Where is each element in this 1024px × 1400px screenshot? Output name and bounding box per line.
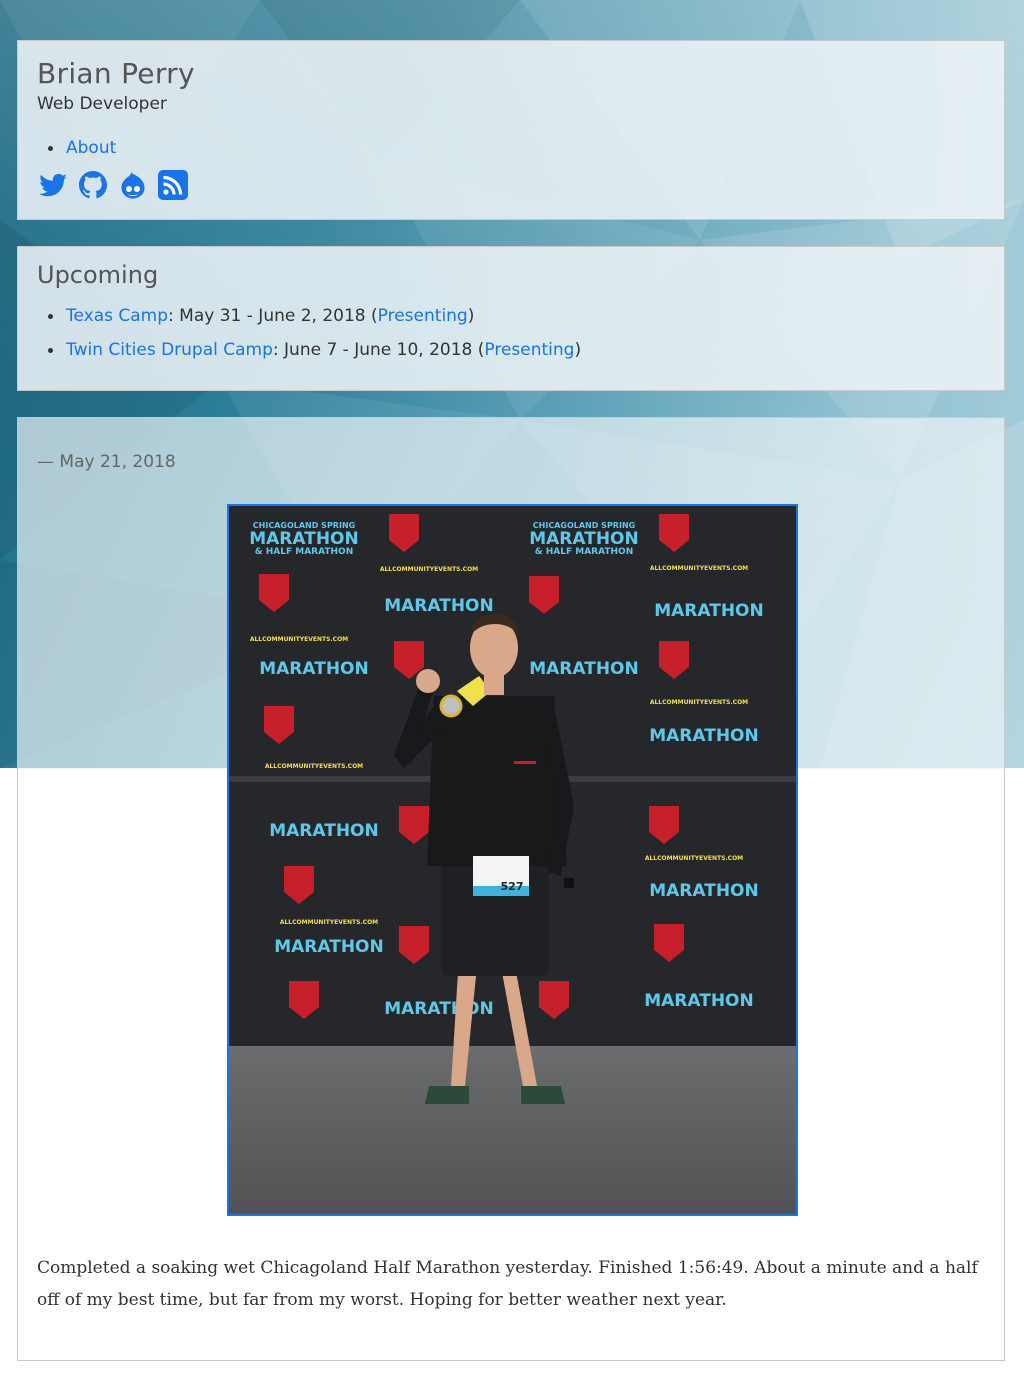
- github-link[interactable]: [77, 169, 109, 201]
- event-list: Texas Camp: May 31 - June 2, 2018 (Prese…: [48, 299, 581, 367]
- svg-text:MARATHON: MARATHON: [384, 999, 494, 1019]
- event-dates: : May 31 - June 2, 2018 (: [168, 306, 378, 326]
- banner-line: MARATHON: [249, 529, 359, 549]
- event-link[interactable]: Twin Cities Drupal Camp: [66, 340, 273, 360]
- social-links: [37, 169, 189, 201]
- presenting-link[interactable]: Presenting: [484, 340, 574, 360]
- svg-text:MARATHON: MARATHON: [274, 937, 384, 957]
- svg-text:MARATHON: MARATHON: [259, 659, 369, 679]
- drupal-icon: [121, 172, 145, 199]
- svg-text:ALLCOMMUNITYEVENTS.COM: ALLCOMMUNITYEVENTS.COM: [650, 565, 748, 572]
- rss-icon: [158, 170, 188, 200]
- svg-text:MARATHON: MARATHON: [654, 601, 764, 621]
- post-date: — May 21, 2018: [37, 452, 176, 472]
- svg-text:MARATHON: MARATHON: [649, 726, 759, 746]
- upcoming-card: Upcoming Texas Camp: May 31 - June 2, 20…: [17, 246, 1005, 391]
- upcoming-title: Upcoming: [37, 261, 159, 289]
- banner-line: & HALF MARATHON: [255, 547, 353, 557]
- site-header-card: Brian Perry Web Developer About: [17, 40, 1005, 220]
- svg-text:ALLCOMMUNITYEVENTS.COM: ALLCOMMUNITYEVENTS.COM: [650, 699, 748, 706]
- svg-text:MARATHON: MARATHON: [529, 529, 639, 549]
- event-link[interactable]: Texas Camp: [66, 306, 168, 326]
- event-dates: : June 7 - June 10, 2018 (: [272, 340, 485, 360]
- twitter-link[interactable]: [37, 169, 69, 201]
- svg-text:ALLCOMMUNITYEVENTS.COM: ALLCOMMUNITYEVENTS.COM: [645, 855, 743, 862]
- svg-text:MARATHON: MARATHON: [649, 881, 759, 901]
- post-photo[interactable]: CHICAGOLAND SPRING MARATHON & HALF MARAT…: [227, 504, 798, 1216]
- svg-text:ALLCOMMUNITYEVENTS.COM: ALLCOMMUNITYEVENTS.COM: [265, 763, 363, 770]
- about-link[interactable]: About: [66, 138, 116, 158]
- svg-text:MARATHON: MARATHON: [644, 991, 754, 1011]
- bib-number: 527: [501, 880, 524, 893]
- main-nav: About: [48, 131, 116, 165]
- post-body: Completed a soaking wet Chicagoland Half…: [37, 1258, 978, 1310]
- github-icon: [79, 171, 107, 199]
- svg-text:& HALF MARATHON: & HALF MARATHON: [535, 547, 633, 557]
- svg-text:MARATHON: MARATHON: [269, 821, 379, 841]
- post-card: — May 21, 2018 CHICAGOLAND SPRING MARATH…: [17, 417, 1005, 1361]
- svg-text:MARATHON: MARATHON: [384, 596, 494, 616]
- nav-item-about: About: [48, 131, 116, 165]
- marathon-photo-illustration: CHICAGOLAND SPRING MARATHON & HALF MARAT…: [229, 506, 796, 1214]
- site-subtitle: Web Developer: [37, 94, 167, 114]
- svg-text:ALLCOMMUNITYEVENTS.COM: ALLCOMMUNITYEVENTS.COM: [250, 636, 348, 643]
- site-title: Brian Perry: [37, 57, 195, 90]
- event-close-paren: ): [574, 340, 582, 360]
- presenting-link[interactable]: Presenting: [378, 306, 468, 326]
- banner-line: ALLCOMMUNITYEVENTS.COM: [380, 566, 478, 573]
- svg-text:ALLCOMMUNITYEVENTS.COM: ALLCOMMUNITYEVENTS.COM: [280, 919, 378, 926]
- event-close-paren: ): [467, 306, 475, 326]
- twitter-icon: [39, 173, 67, 197]
- rss-link[interactable]: [157, 169, 189, 201]
- event-item: Texas Camp: May 31 - June 2, 2018 (Prese…: [48, 299, 581, 333]
- svg-text:MARATHON: MARATHON: [529, 659, 639, 679]
- event-item: Twin Cities Drupal Camp: June 7 - June 1…: [48, 333, 581, 367]
- drupal-link[interactable]: [117, 169, 149, 201]
